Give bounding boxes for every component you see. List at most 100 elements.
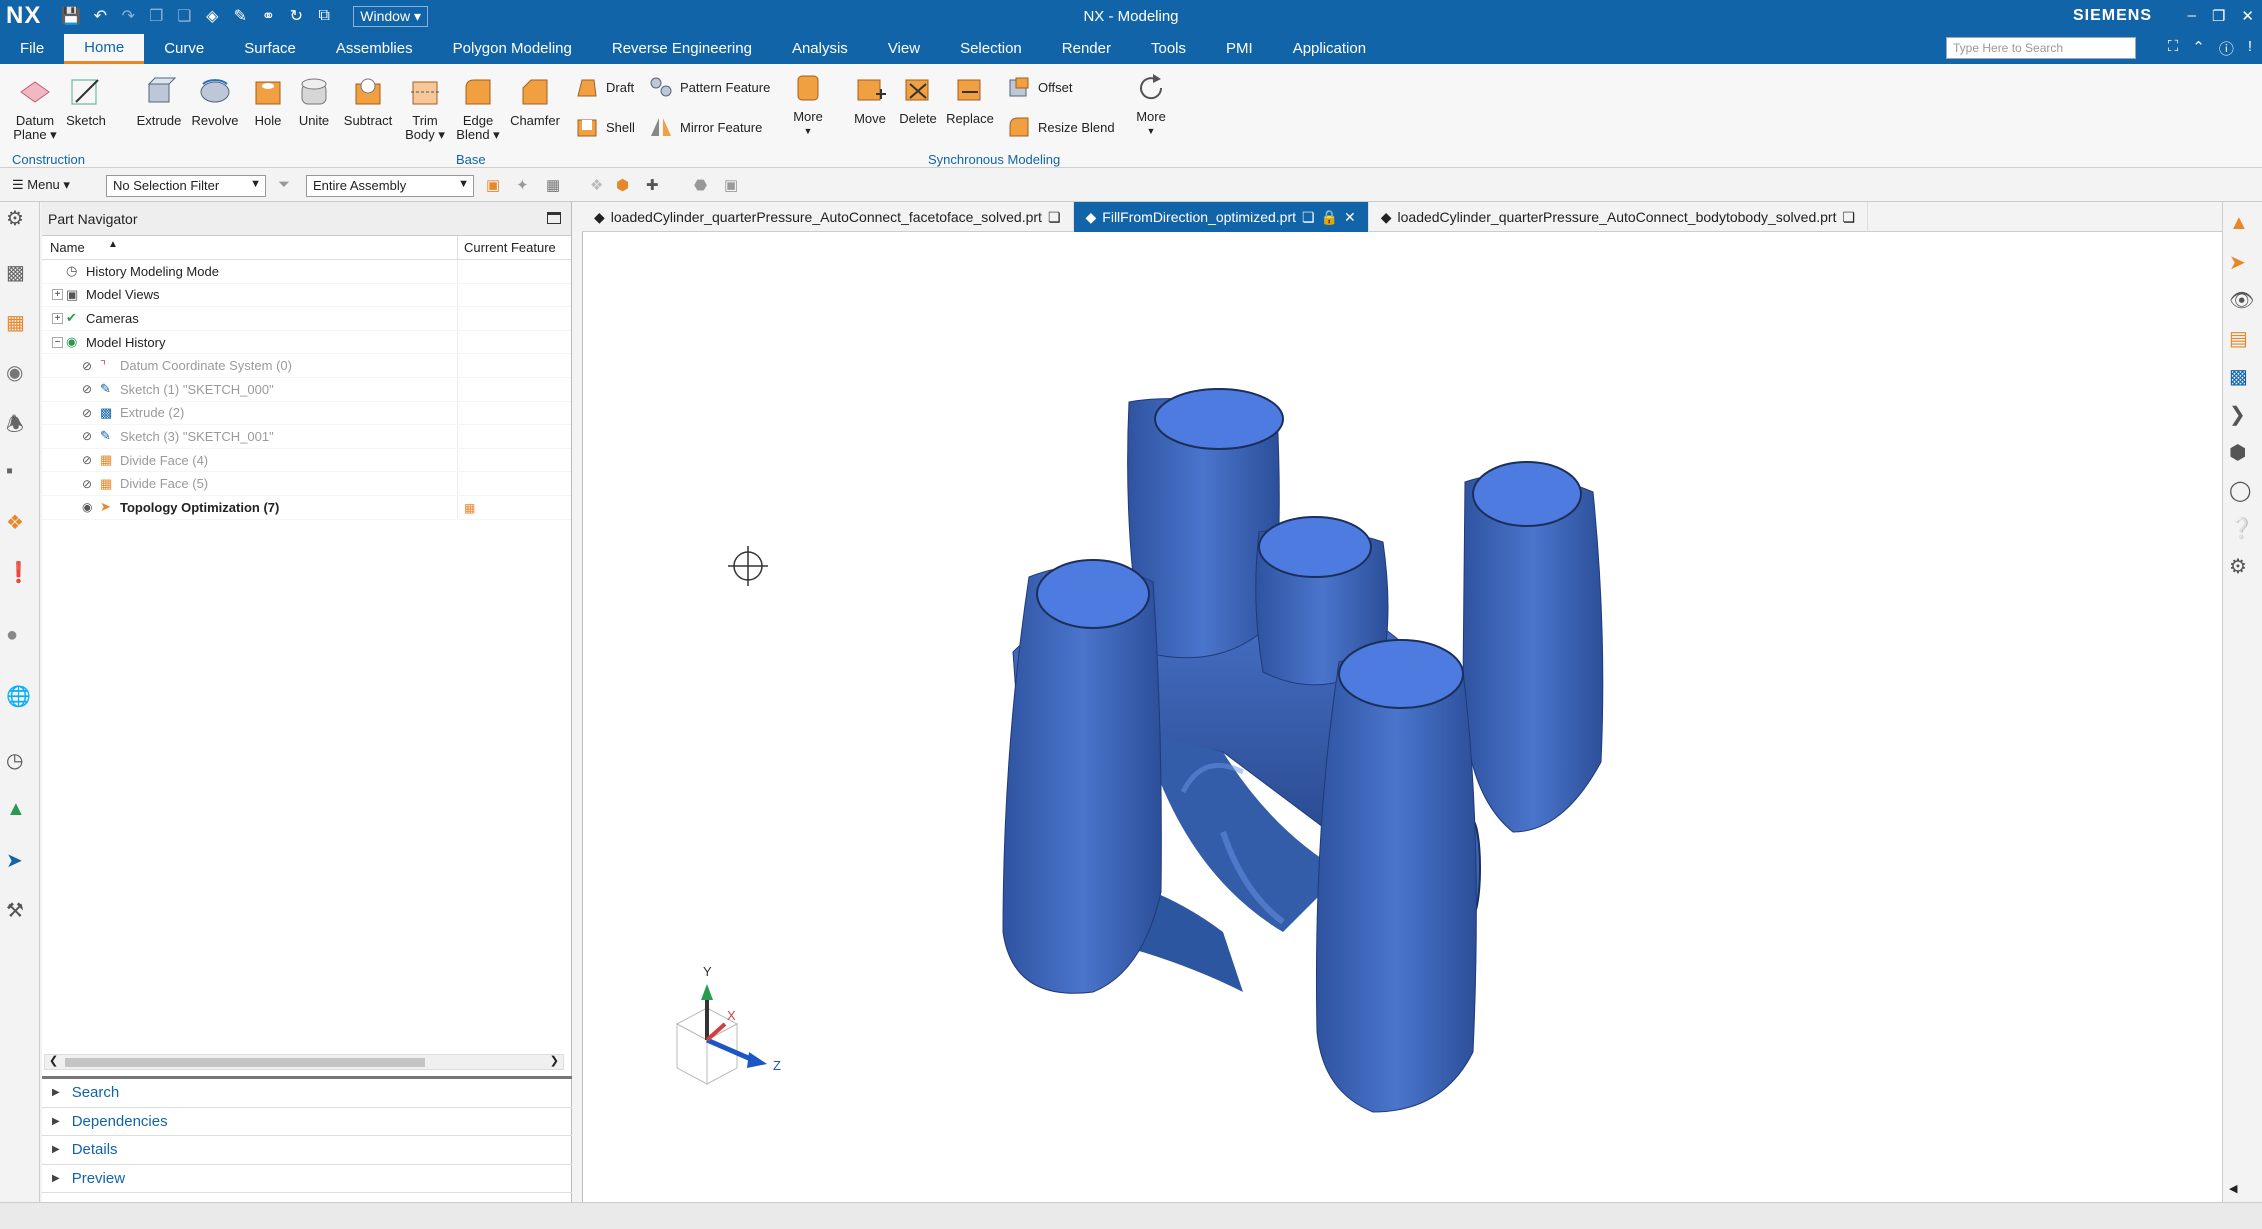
- roles-icon[interactable]: ❖: [6, 510, 34, 538]
- repeat-command-icon[interactable]: ◈: [203, 6, 221, 26]
- undo-icon[interactable]: ↶: [91, 6, 109, 26]
- topology-optimization-icon[interactable]: ➤: [2229, 250, 2257, 278]
- section-details[interactable]: ▶ Details: [42, 1136, 572, 1165]
- scrollbar-thumb[interactable]: [65, 1058, 425, 1067]
- section-preview[interactable]: ▶ Preview: [42, 1165, 572, 1193]
- more-button-sync[interactable]: More ▼: [1128, 70, 1174, 138]
- switch-window-icon[interactable]: ⧉: [315, 7, 333, 25]
- help-circle-icon[interactable]: ❔: [2229, 516, 2257, 544]
- tree-row[interactable]: ⊘ ▩ Extrude (2): [42, 401, 571, 426]
- paste-icon[interactable]: ❏: [175, 6, 193, 26]
- layer-icon[interactable]: ▤: [2229, 326, 2257, 354]
- tree-row[interactable]: + ▣ Model Views: [42, 283, 571, 308]
- tab-curve[interactable]: Curve: [144, 34, 224, 64]
- tab-pmi[interactable]: PMI: [1206, 34, 1273, 64]
- search-icon[interactable]: ⚲: [2115, 38, 2126, 56]
- offset-region-button[interactable]: Offset: [1006, 74, 1072, 100]
- tab-analysis[interactable]: Analysis: [772, 34, 868, 64]
- expand-icon[interactable]: +: [52, 312, 63, 324]
- select-feature-icon[interactable]: ✦: [516, 176, 529, 194]
- tab-home[interactable]: Home: [64, 34, 145, 64]
- close-icon[interactable]: ✕: [2241, 7, 2254, 25]
- horizontal-scrollbar[interactable]: ❮ ❯: [44, 1054, 564, 1070]
- type-filter-icon[interactable]: ▦: [546, 176, 560, 194]
- suppressed-icon[interactable]: ⊘: [82, 453, 98, 467]
- view-triad[interactable]: Y X Z: [675, 964, 781, 1085]
- redo-icon[interactable]: ↷: [119, 6, 137, 26]
- feature-tool-icon[interactable]: ▲: [2229, 212, 2257, 240]
- solid-icon[interactable]: ⬣: [694, 176, 707, 194]
- more-button-base[interactable]: More ▼: [786, 70, 830, 138]
- globe-icon[interactable]: 🌐: [6, 684, 34, 712]
- wireframe-icon[interactable]: ▣: [724, 176, 738, 194]
- column-header-name[interactable]: Name ▲: [42, 236, 458, 259]
- suppressed-icon[interactable]: ⊘: [82, 429, 98, 443]
- datum-plane-button[interactable]: Datum Plane ▾: [12, 74, 58, 142]
- suppressed-icon[interactable]: ⊘: [82, 406, 98, 420]
- window-menu[interactable]: Window ▾: [353, 5, 428, 27]
- analysis-icon[interactable]: ▲: [6, 798, 34, 826]
- restore-icon[interactable]: ❐: [2212, 7, 2225, 25]
- unite-button[interactable]: Unite: [292, 74, 336, 128]
- tree-row[interactable]: ⊘ ✎ Sketch (3) "SKETCH_001": [42, 425, 571, 449]
- suppressed-icon[interactable]: ⊘: [82, 382, 98, 396]
- column-header-current-feature[interactable]: Current Feature: [458, 236, 571, 259]
- suppressed-icon[interactable]: ⊘: [82, 359, 98, 373]
- save-icon[interactable]: 💾: [61, 6, 81, 26]
- tab-render[interactable]: Render: [1042, 34, 1131, 64]
- hide-show-icon[interactable]: 👁: [2229, 288, 2257, 316]
- reuse-library-icon[interactable]: ◉: [6, 360, 34, 388]
- shell-button[interactable]: Shell: [574, 114, 635, 140]
- tree-row[interactable]: ⊘ ✎ Sketch (1) "SKETCH_000": [42, 377, 571, 402]
- constraint-navigator-icon[interactable]: ▪: [6, 460, 34, 488]
- tab-application[interactable]: Application: [1273, 34, 1386, 64]
- doc-tab-facetoface[interactable]: ◆ loadedCylinder_quarterPressure_AutoCon…: [582, 202, 1074, 232]
- selection-scope-dropdown[interactable]: Entire Assembly ▼: [306, 175, 474, 197]
- section-search[interactable]: ▶ Search: [42, 1079, 572, 1108]
- graphics-window[interactable]: Y X Z: [582, 232, 2222, 1202]
- tab-surface[interactable]: Surface: [224, 34, 316, 64]
- cube-icon[interactable]: ⬢: [2229, 440, 2257, 468]
- delete-face-button[interactable]: Delete: [896, 72, 940, 126]
- add-icon[interactable]: ✚: [646, 176, 659, 194]
- mirror-feature-button[interactable]: Mirror Feature: [648, 114, 762, 140]
- move-face-button[interactable]: Move: [848, 72, 892, 126]
- tab-polygon-modeling[interactable]: Polygon Modeling: [433, 34, 592, 64]
- filter-icon[interactable]: ⏷: [278, 176, 290, 193]
- tree-row[interactable]: +◷History Modeling Mode: [42, 260, 571, 284]
- topology-optimized-part[interactable]: [1002, 388, 1604, 1113]
- doc-tab-fillfromdirection[interactable]: ◆ FillFromDirection_optimized.prt ❏ 🔒 ✕: [1073, 202, 1369, 232]
- web-browser-icon[interactable]: ●: [6, 624, 34, 652]
- tab-tools[interactable]: Tools: [1131, 34, 1206, 64]
- doc-tab-bodytobody[interactable]: ◆ loadedCylinder_quarterPressure_AutoCon…: [1369, 202, 1869, 232]
- tree-row[interactable]: + ✔ Cameras: [42, 307, 571, 331]
- sketch-button[interactable]: Sketch: [64, 74, 108, 128]
- tab-file[interactable]: File: [0, 34, 64, 64]
- replace-face-button[interactable]: Replace: [944, 72, 996, 126]
- selection-tool-icon[interactable]: ❖: [590, 176, 603, 194]
- paint-icon[interactable]: ✎: [231, 6, 249, 26]
- hole-button[interactable]: Hole: [246, 74, 290, 128]
- section-dependencies[interactable]: ▶ Dependencies: [42, 1108, 572, 1136]
- bell-icon[interactable]: 🕭: [6, 410, 34, 438]
- microphone-icon[interactable]: ⚭: [259, 6, 277, 26]
- tab-view[interactable]: View: [868, 34, 940, 64]
- clock-icon[interactable]: ◷: [6, 748, 34, 776]
- model-view[interactable]: Y X Z: [583, 232, 2223, 1202]
- collapse-icon[interactable]: −: [52, 336, 63, 348]
- copy-icon[interactable]: ❐: [147, 6, 165, 26]
- edge-blend-button[interactable]: Edge Blend ▾: [454, 74, 502, 142]
- menu-button[interactable]: ☰ Menu ▾: [12, 177, 70, 193]
- revolve-button[interactable]: Revolve: [188, 74, 242, 128]
- visible-icon[interactable]: ◉: [82, 500, 98, 514]
- tree-row[interactable]: ⊘ ▦ Divide Face (4): [42, 448, 571, 473]
- view-orient-icon[interactable]: ▩: [2229, 364, 2257, 392]
- history-palette-icon[interactable]: ❗: [6, 560, 34, 588]
- scroll-right-icon[interactable]: ❯: [550, 1054, 559, 1067]
- minimize-icon[interactable]: –: [2188, 7, 2196, 25]
- suppressed-icon[interactable]: ⊘: [82, 477, 98, 491]
- maximize-icon[interactable]: [547, 212, 561, 224]
- selection-filter-dropdown[interactable]: No Selection Filter ▼: [106, 175, 266, 197]
- touch-mode-icon[interactable]: ↻: [287, 6, 305, 26]
- resize-blend-button[interactable]: Resize Blend: [1006, 114, 1115, 140]
